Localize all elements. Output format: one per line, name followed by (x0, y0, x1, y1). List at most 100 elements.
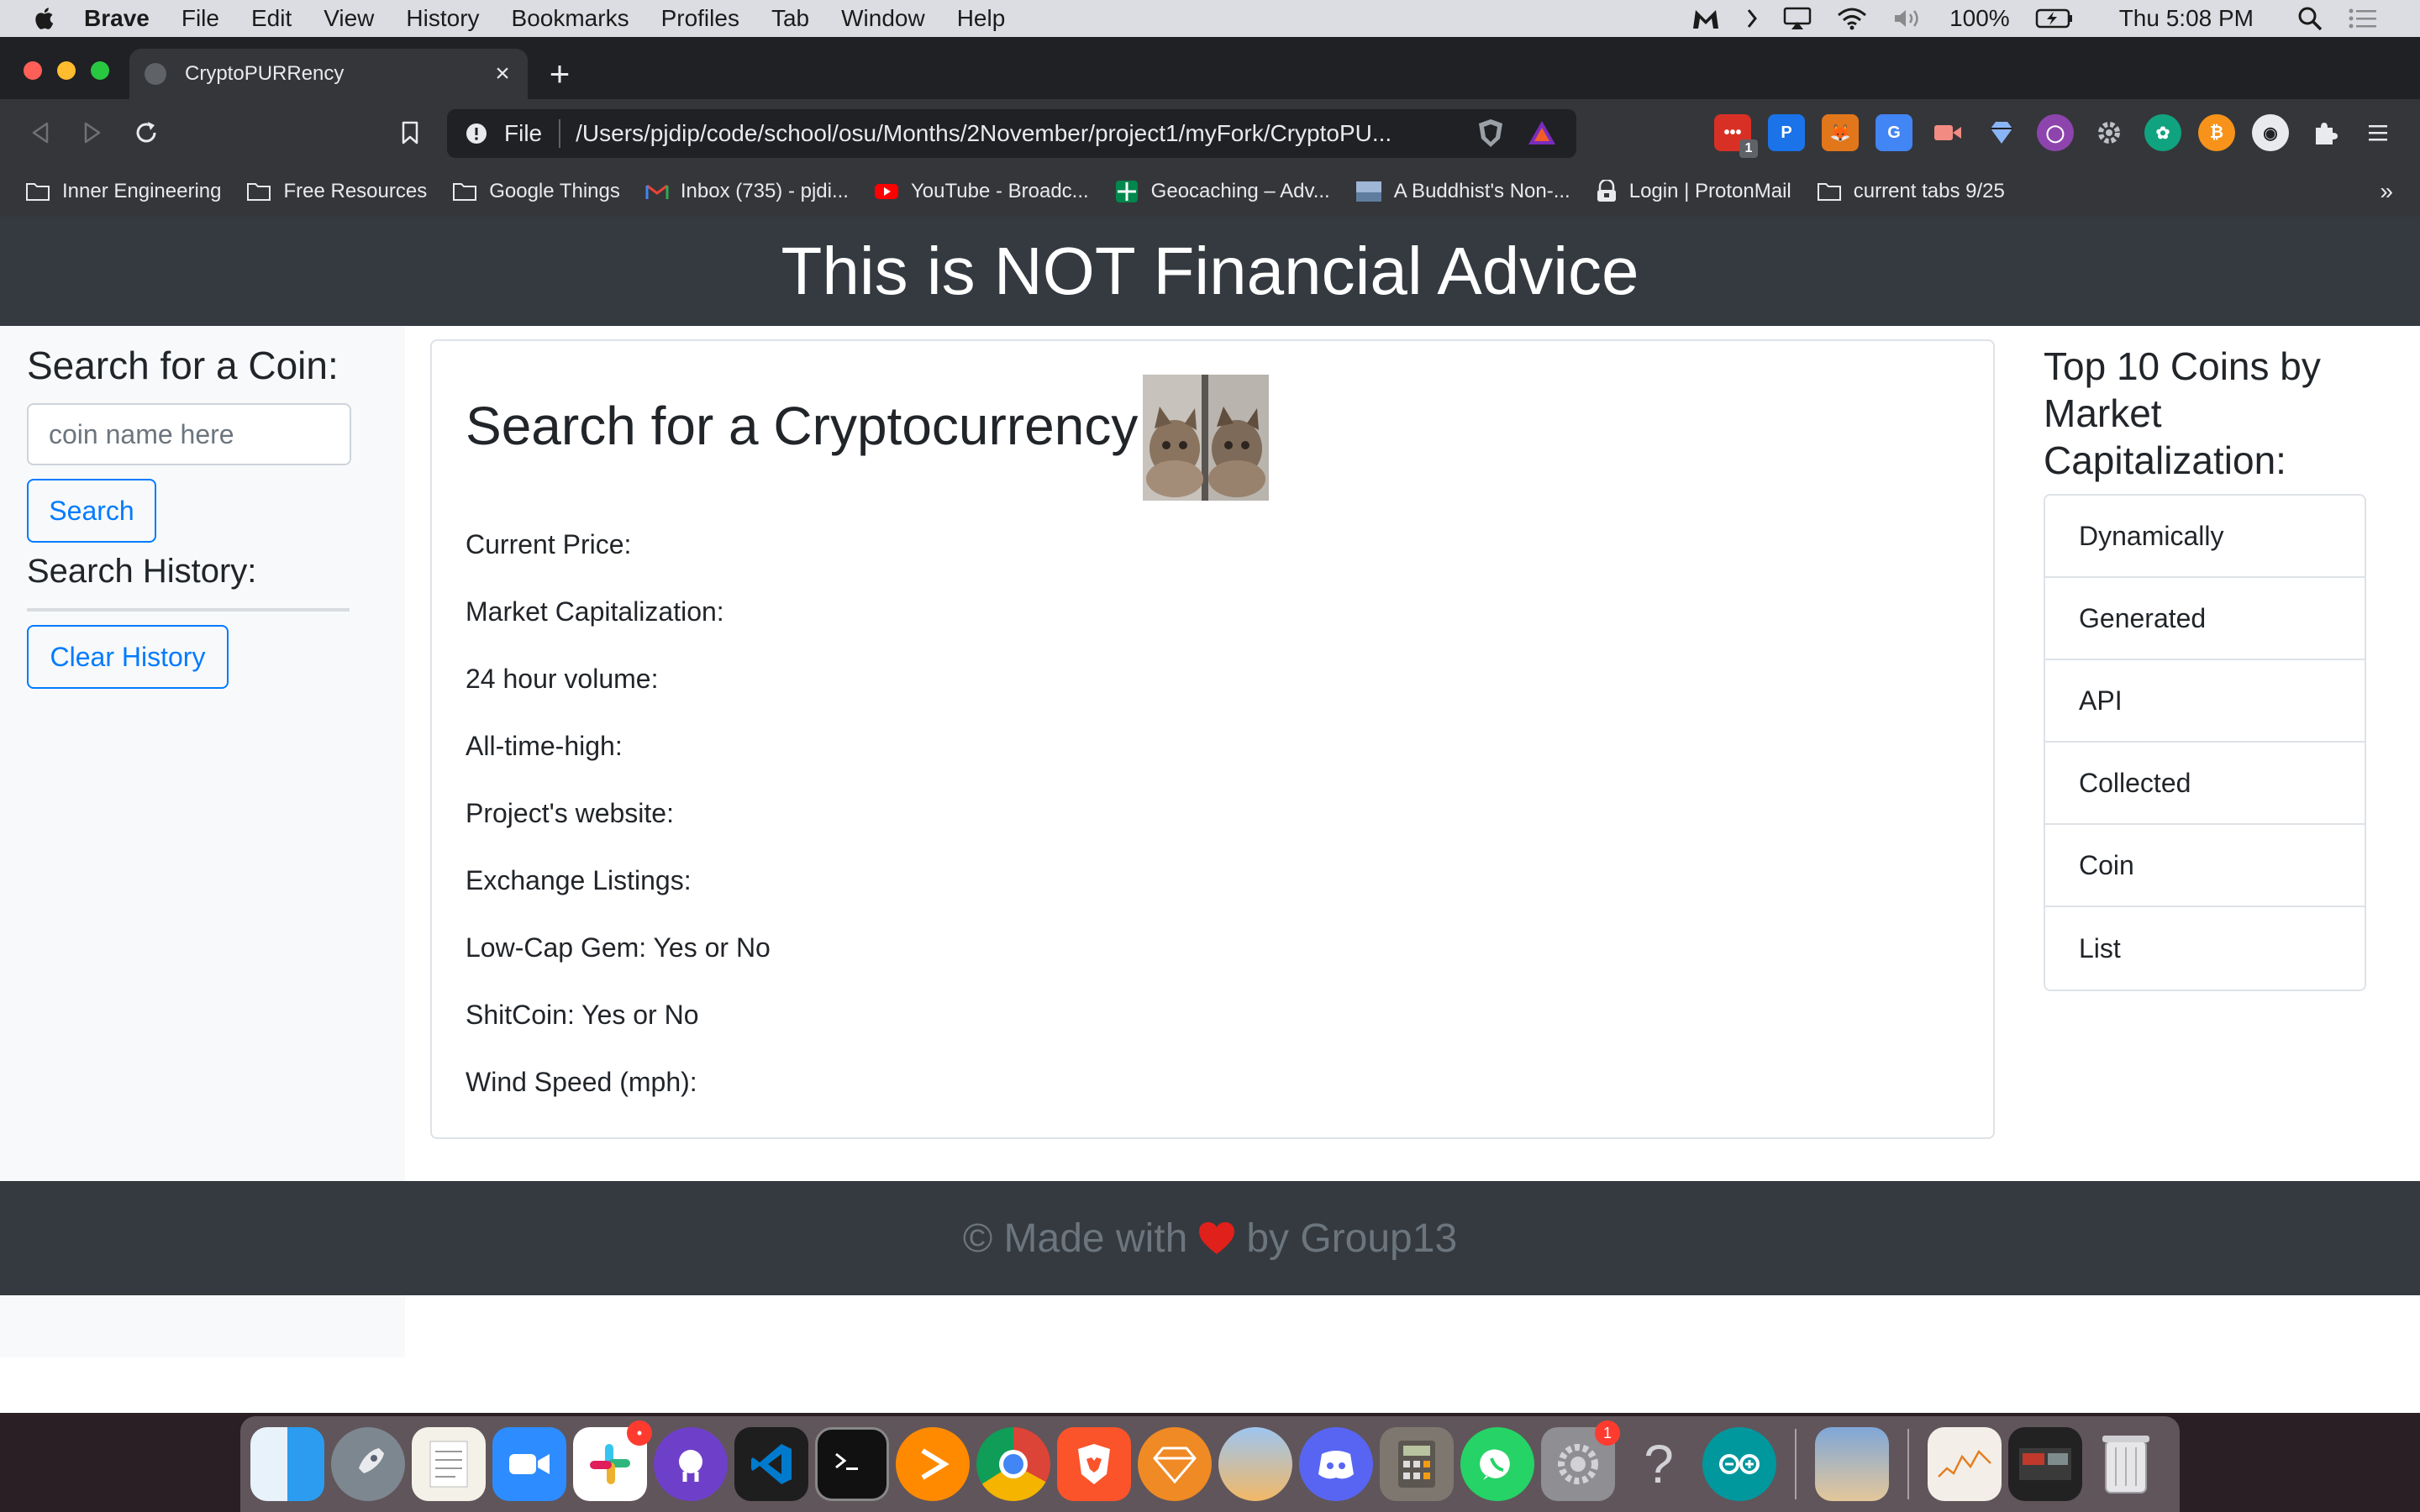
menu-history[interactable]: History (406, 5, 479, 32)
menu-app-name[interactable]: Brave (84, 5, 150, 32)
brave-rewards-icon[interactable] (1526, 118, 1558, 150)
bookmark-youtube[interactable]: YouTube - Broadc... (874, 180, 1089, 203)
weather-icon[interactable] (1218, 1427, 1292, 1501)
extension-todoist-icon[interactable]: ••• 1 (1714, 114, 1758, 158)
url-text[interactable]: /Users/pjdip/code/school/osu/Months/2Nov… (576, 120, 1392, 147)
malwarebytes-icon[interactable] (1691, 7, 1721, 30)
bookmark-inner-engineering[interactable]: Inner Engineering (25, 180, 221, 203)
extension-gear-icon[interactable] (2091, 114, 2128, 151)
discord-icon[interactable] (1299, 1427, 1373, 1501)
finder-icon[interactable] (250, 1427, 324, 1501)
extension-circle-icon[interactable]: ◉ (2252, 114, 2289, 151)
bookmark-google-things[interactable]: Google Things (452, 180, 620, 203)
whatsapp-icon[interactable] (1460, 1427, 1534, 1501)
wifi-icon[interactable] (1837, 7, 1867, 30)
current-price-label: Current Price: (466, 529, 632, 559)
folder-icon (452, 181, 477, 202)
extension-google-translate-icon[interactable]: G (1876, 114, 1912, 151)
window-zoom-button[interactable] (91, 61, 109, 80)
list-item[interactable]: API (2045, 660, 2365, 743)
menu-view[interactable]: View (324, 5, 374, 32)
forward-arrow-icon[interactable] (76, 116, 109, 150)
volume-icon[interactable] (1892, 7, 1924, 30)
trash-icon[interactable] (2089, 1427, 2163, 1501)
extension-bitcoin-icon[interactable]: ₿ (2198, 114, 2235, 151)
bookmark-current-tabs[interactable]: current tabs 9/25 (1817, 180, 2005, 203)
website-label: Project's website: (466, 798, 674, 828)
tab-cryptopurrency[interactable]: CryptoPURRency × (129, 49, 528, 99)
window-minimize-button[interactable] (57, 61, 76, 80)
system-preferences-badge: 1 (1595, 1420, 1620, 1446)
macos-menu-bar: Brave File Edit View History Bookmarks P… (0, 0, 2420, 37)
menu-tab[interactable]: Tab (771, 5, 809, 32)
window-close-button[interactable] (24, 61, 42, 80)
bookmarks-overflow-icon[interactable]: » (2380, 178, 2393, 205)
notes-icon[interactable] (412, 1427, 486, 1501)
extension-video-icon[interactable] (1929, 114, 1966, 151)
bookmark-inbox[interactable]: Inbox (735) - pjdi... (645, 180, 849, 203)
clear-history-button[interactable]: Clear History (27, 625, 229, 689)
tab-close-icon[interactable]: × (487, 59, 518, 89)
chevron-right-icon[interactable] (1746, 8, 1758, 29)
bookmark-protonmail[interactable]: Login | ProtonMail (1596, 180, 1791, 203)
vscode-icon[interactable] (734, 1427, 808, 1501)
extensions-puzzle-icon[interactable] (2306, 114, 2343, 151)
minimized-window-chart-icon[interactable] (1928, 1427, 2002, 1501)
list-item[interactable]: List (2045, 907, 2365, 990)
back-arrow-icon[interactable] (24, 116, 57, 150)
slack-icon[interactable]: • (573, 1420, 652, 1501)
list-item[interactable]: Generated (2045, 578, 2365, 660)
search-button[interactable]: Search (27, 479, 156, 543)
site-header-title: This is NOT Financial Advice (781, 234, 1639, 308)
extension-p-icon[interactable]: P (1768, 114, 1805, 151)
folder-icon (25, 181, 50, 202)
notification-center-icon[interactable] (2348, 7, 2378, 30)
extension-diamond-icon[interactable] (1983, 114, 2020, 151)
bookmark-label: Free Resources (283, 180, 428, 202)
menu-window[interactable]: Window (841, 5, 925, 32)
airplay-icon[interactable] (1783, 7, 1812, 30)
github-desktop-icon[interactable] (654, 1427, 728, 1501)
terminal-icon[interactable] (815, 1427, 889, 1501)
clock[interactable]: Thu 5:08 PM (2119, 5, 2254, 32)
arduino-icon[interactable] (1702, 1427, 1776, 1501)
exchange-listings-label: Exchange Listings: (466, 865, 692, 895)
globe-icon (145, 63, 166, 85)
launchpad-rocket-icon[interactable] (331, 1427, 405, 1501)
list-item[interactable]: Coin (2045, 825, 2365, 907)
menu-profiles[interactable]: Profiles (661, 5, 739, 32)
menu-edit[interactable]: Edit (251, 5, 292, 32)
reload-icon[interactable] (129, 116, 163, 150)
list-item[interactable]: Dynamically (2045, 496, 2365, 578)
bookmark-buddhist[interactable]: A Buddhist's Non-... (1355, 180, 1570, 203)
brave-shields-icon[interactable] (1476, 118, 1506, 150)
zoom-icon[interactable] (492, 1427, 566, 1501)
battery-charging-icon[interactable] (2035, 8, 2074, 29)
info-icon[interactable] (466, 123, 487, 144)
preview-image-icon[interactable] (1815, 1427, 1889, 1501)
bookmark-icon[interactable] (393, 116, 427, 150)
address-bar[interactable]: File /Users/pjdip/code/school/osu/Months… (447, 109, 1576, 158)
calculator-icon[interactable] (1380, 1427, 1454, 1501)
extension-github-icon[interactable]: ◯ (2037, 114, 2074, 151)
extension-chatgpt-icon[interactable]: ✿ (2144, 114, 2181, 151)
sketch-icon[interactable] (1138, 1427, 1212, 1501)
minimized-window-browser-icon[interactable] (2008, 1427, 2082, 1501)
menu-bookmarks[interactable]: Bookmarks (512, 5, 629, 32)
bookmark-free-resources[interactable]: Free Resources (246, 180, 427, 203)
menu-file[interactable]: File (182, 5, 219, 32)
chrome-icon[interactable] (976, 1427, 1050, 1501)
prime-video-icon[interactable] (896, 1427, 970, 1501)
browser-menu-icon[interactable] (2360, 114, 2396, 151)
bookmark-geocaching[interactable]: Geocaching – Adv... (1114, 179, 1330, 204)
extension-metamask-icon[interactable]: 🦊 (1822, 114, 1859, 151)
menu-help[interactable]: Help (957, 5, 1006, 32)
spotlight-search-icon[interactable] (2297, 6, 2323, 31)
apple-logo-icon[interactable] (34, 7, 54, 30)
coin-search-input[interactable]: coin name here (27, 403, 351, 465)
system-preferences-gear-icon[interactable]: 1 (1541, 1420, 1620, 1501)
brave-browser-icon[interactable] (1057, 1427, 1131, 1501)
list-item[interactable]: Collected (2045, 743, 2365, 825)
new-tab-button[interactable]: + (543, 56, 576, 92)
help-question-icon[interactable]: ? (1622, 1427, 1696, 1501)
